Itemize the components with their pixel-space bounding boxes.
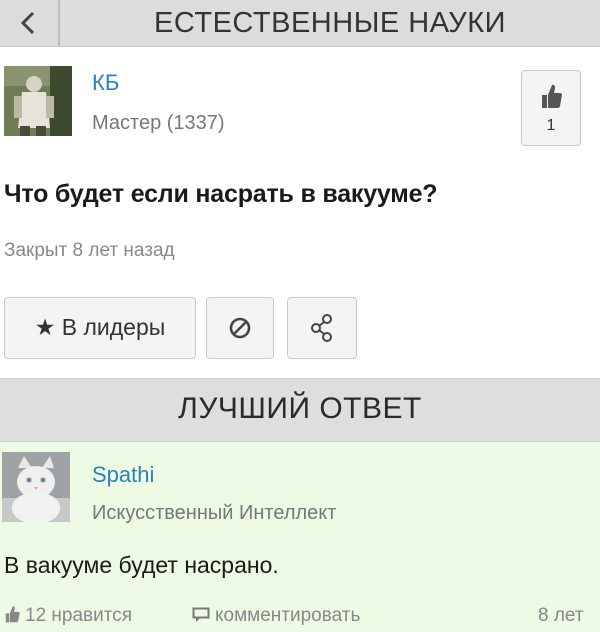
block-icon [229, 317, 251, 339]
to-leaders-label: ★ В лидеры [34, 314, 166, 340]
category-title[interactable]: ЕСТЕСТВЕННЫЕ НАУКИ [60, 0, 600, 46]
back-button[interactable] [0, 0, 60, 46]
best-answer-panel [0, 442, 600, 632]
comment-icon [192, 607, 210, 622]
best-answer-title: ЛУЧШИЙ ОТВЕТ [178, 392, 422, 425]
best-answer-header: ЛУЧШИЙ ОТВЕТ [0, 378, 600, 442]
author-name[interactable]: КБ [92, 70, 119, 96]
answer-likes[interactable]: 12 нравится [4, 605, 132, 627]
to-leaders-button[interactable]: ★ В лидеры [4, 297, 196, 359]
chevron-left-icon [20, 11, 35, 35]
question-status: Закрыт 8 лет назад [4, 240, 175, 261]
thumbs-up-icon [542, 84, 562, 108]
comment-link[interactable]: комментировать [192, 605, 360, 627]
answer-author-avatar[interactable] [2, 452, 70, 522]
thumbs-up-icon [5, 606, 20, 623]
answer-text: В вакууме будет насрано. [4, 552, 279, 578]
top-bar: ЕСТЕСТВЕННЫЕ НАУКИ [0, 0, 600, 47]
answer-author-rank: Искусственный Интеллект [92, 502, 337, 524]
share-icon [311, 314, 332, 342]
question-title: Что будет если насрать в вакууме? [4, 180, 438, 208]
like-count: 1 [546, 117, 556, 134]
like-button[interactable]: 1 [521, 70, 581, 146]
comment-label: комментировать [215, 605, 361, 626]
answer-author-name[interactable]: Spathi [92, 462, 154, 488]
author-rank: Мастер (1337) [92, 112, 225, 134]
answer-likes-label: 12 нравится [25, 605, 133, 626]
author-avatar[interactable] [4, 66, 72, 136]
share-button[interactable] [287, 297, 357, 359]
answer-time: 8 лет [538, 605, 584, 626]
block-button[interactable] [206, 297, 274, 359]
